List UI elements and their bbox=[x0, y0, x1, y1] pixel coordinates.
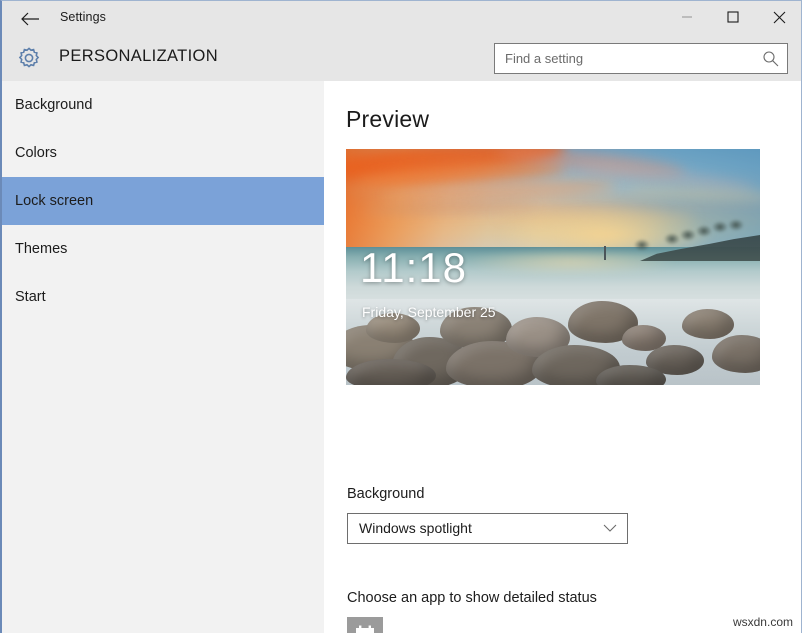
tree bbox=[728, 219, 744, 231]
sea-reflection bbox=[466, 249, 676, 275]
sidebar-item-label: Themes bbox=[2, 241, 67, 257]
tree bbox=[664, 233, 680, 245]
maximize-icon bbox=[727, 11, 739, 23]
background-label: Background bbox=[347, 486, 424, 502]
tree bbox=[696, 225, 712, 237]
lock-screen-preview-image: 11:18 Friday, September 25 bbox=[346, 149, 760, 385]
rock bbox=[682, 309, 734, 339]
sidebar-item-background[interactable]: Background bbox=[2, 81, 324, 129]
search-box[interactable] bbox=[494, 43, 788, 74]
back-button[interactable] bbox=[10, 3, 50, 35]
close-icon bbox=[773, 11, 786, 24]
tree bbox=[680, 229, 696, 241]
tree bbox=[712, 221, 728, 233]
lock-screen-date: Friday, September 25 bbox=[362, 304, 496, 320]
watermark: wsxdn.com bbox=[733, 615, 793, 629]
sidebar-item-label: Background bbox=[2, 97, 92, 113]
sidebar-item-start[interactable]: Start bbox=[2, 273, 324, 321]
sidebar-item-themes[interactable]: Themes bbox=[2, 225, 324, 273]
sidebar-item-label: Colors bbox=[2, 145, 57, 161]
detailed-status-label: Choose an app to show detailed status bbox=[347, 590, 597, 606]
window-title: Settings bbox=[60, 10, 106, 24]
minimize-icon bbox=[681, 11, 693, 23]
page-title: PERSONALIZATION bbox=[59, 47, 218, 66]
page-header: PERSONALIZATION bbox=[2, 37, 802, 81]
sidebar-nav: Background Colors Lock screen Themes Sta… bbox=[2, 81, 324, 633]
close-button[interactable] bbox=[756, 1, 802, 33]
main-content: Preview bbox=[324, 81, 802, 633]
tree bbox=[634, 239, 650, 251]
search-input[interactable] bbox=[495, 44, 753, 73]
minimize-button[interactable] bbox=[664, 1, 710, 33]
gear-icon bbox=[12, 41, 46, 75]
detailed-status-app-button[interactable] bbox=[347, 617, 383, 633]
window-controls bbox=[664, 1, 802, 33]
calendar-icon bbox=[354, 624, 376, 633]
preview-heading: Preview bbox=[346, 106, 429, 133]
background-dropdown[interactable]: Windows spotlight bbox=[347, 513, 628, 544]
chevron-down-icon bbox=[603, 524, 617, 533]
sidebar-item-label: Start bbox=[2, 289, 46, 305]
settings-window: Settings bbox=[0, 0, 802, 633]
sidebar-item-label: Lock screen bbox=[2, 193, 93, 209]
back-arrow-icon bbox=[20, 11, 40, 27]
lock-screen-time: 11:18 bbox=[360, 247, 467, 289]
maximize-button[interactable] bbox=[710, 1, 756, 33]
background-dropdown-value: Windows spotlight bbox=[359, 520, 472, 536]
sidebar-item-colors[interactable]: Colors bbox=[2, 129, 324, 177]
sidebar-item-lock-screen[interactable]: Lock screen bbox=[2, 177, 324, 225]
search-icon[interactable] bbox=[761, 49, 781, 69]
post bbox=[604, 246, 606, 260]
title-bar: Settings bbox=[2, 1, 802, 37]
